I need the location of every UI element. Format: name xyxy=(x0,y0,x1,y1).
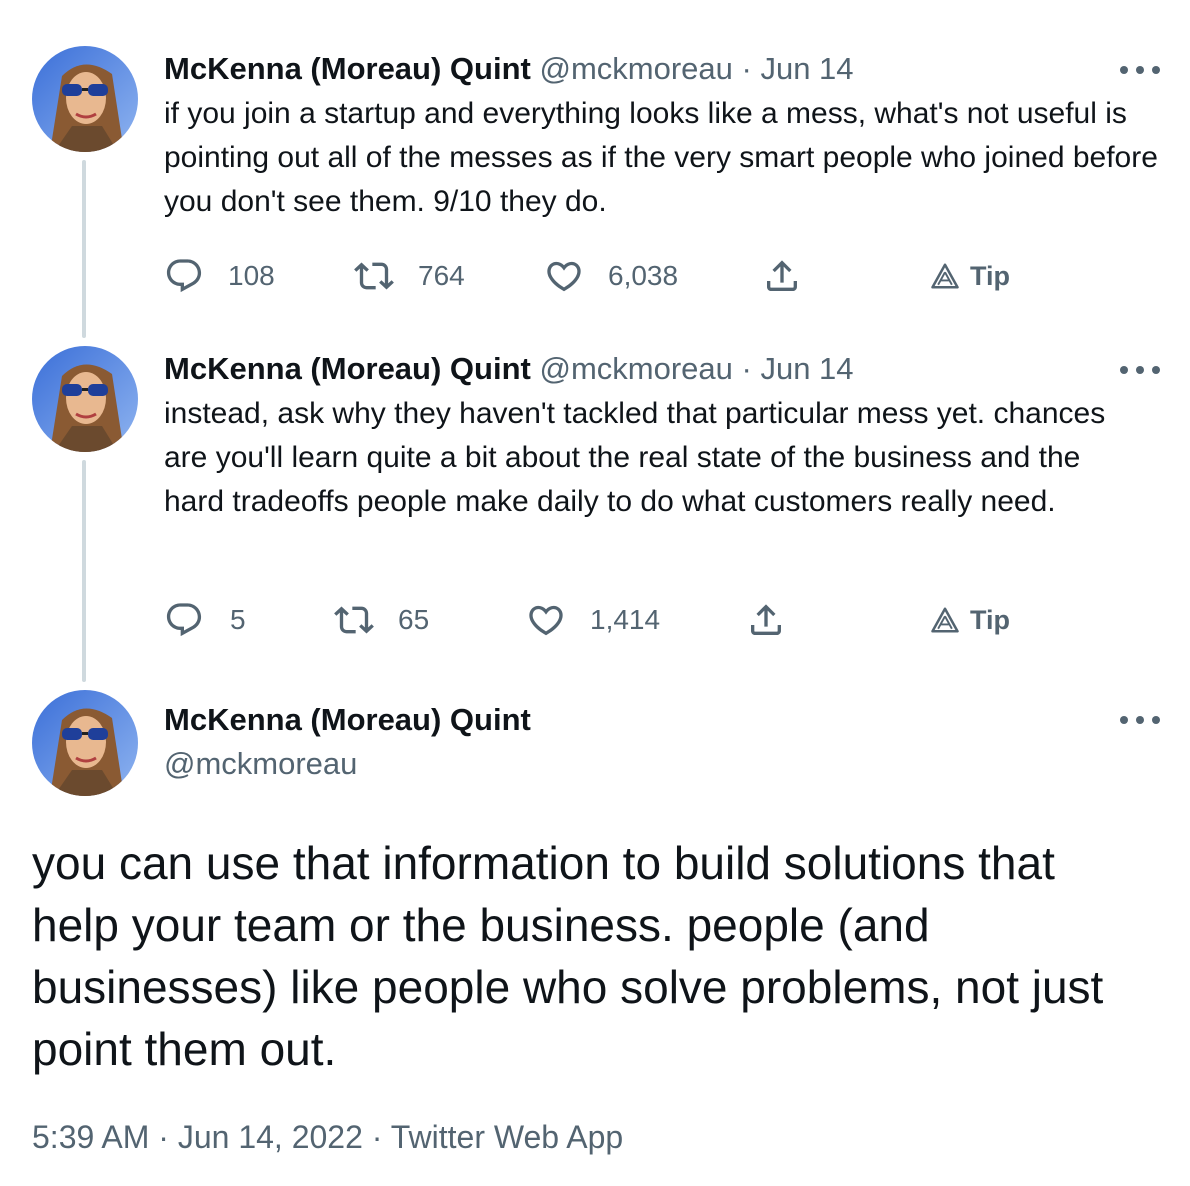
author-handle[interactable]: @mckmoreau xyxy=(539,51,732,86)
tip-icon xyxy=(931,607,959,633)
like-button[interactable]: 6,038 xyxy=(544,254,678,298)
reply-icon xyxy=(166,603,202,637)
thread-line xyxy=(82,160,86,338)
author-name[interactable]: McKenna (Moreau) Quint xyxy=(164,700,531,740)
share-icon xyxy=(767,260,797,291)
like-count: 6,038 xyxy=(608,260,679,291)
tweet-text: if you join a startup and everything loo… xyxy=(164,97,1158,218)
reply-button[interactable]: 5 xyxy=(164,598,246,642)
author-name[interactable]: McKenna (Moreau) Quint xyxy=(164,351,531,386)
reply-count: 108 xyxy=(228,260,275,291)
separator-dot: · xyxy=(741,351,752,386)
share-button[interactable] xyxy=(762,254,802,298)
retweet-button[interactable]: 65 xyxy=(334,598,429,642)
tip-button[interactable]: Tip xyxy=(930,254,1010,298)
tweet-header: McKenna (Moreau) Quint @mckmoreau · Jun … xyxy=(164,50,1160,88)
like-count: 1,414 xyxy=(590,604,661,635)
share-icon xyxy=(751,604,781,635)
main-tweet-text: you can use that information to build so… xyxy=(32,837,1104,1075)
reply-count: 5 xyxy=(230,604,246,635)
retweet-button[interactable]: 764 xyxy=(354,254,465,298)
avatar[interactable] xyxy=(32,46,138,152)
retweet-count: 764 xyxy=(418,260,465,291)
share-button[interactable] xyxy=(746,598,786,642)
tip-button[interactable]: Tip xyxy=(930,598,1010,642)
tip-icon xyxy=(931,263,959,289)
tweet-text: instead, ask why they haven't tackled th… xyxy=(164,397,1106,518)
tweet-timestamp[interactable]: 5:39 AM · Jun 14, 2022 · Twitter Web App xyxy=(32,1116,623,1158)
heart-icon xyxy=(547,261,581,292)
retweet-icon xyxy=(354,262,394,290)
avatar[interactable] xyxy=(32,346,138,452)
author-handle[interactable]: @mckmoreau xyxy=(164,744,357,784)
like-button[interactable]: 1,414 xyxy=(526,598,660,642)
tip-label: Tip xyxy=(970,260,1010,291)
thread-line xyxy=(82,460,86,682)
more-icon[interactable] xyxy=(1120,360,1160,380)
heart-icon xyxy=(529,605,563,636)
separator-dot: · xyxy=(741,51,752,86)
more-icon[interactable] xyxy=(1120,710,1160,730)
tweet-header: McKenna (Moreau) Quint @mckmoreau · Jun … xyxy=(164,350,1160,388)
tweet-date[interactable]: Jun 14 xyxy=(760,351,853,386)
more-icon[interactable] xyxy=(1120,60,1160,80)
retweet-icon xyxy=(334,606,374,634)
reply-button[interactable]: 108 xyxy=(164,254,275,298)
author-handle[interactable]: @mckmoreau xyxy=(539,351,732,386)
reply-icon xyxy=(166,259,202,293)
tip-label: Tip xyxy=(970,604,1010,635)
author-name[interactable]: McKenna (Moreau) Quint xyxy=(164,51,531,86)
avatar[interactable] xyxy=(32,690,138,796)
tweet-date[interactable]: Jun 14 xyxy=(760,51,853,86)
retweet-count: 65 xyxy=(398,604,430,635)
